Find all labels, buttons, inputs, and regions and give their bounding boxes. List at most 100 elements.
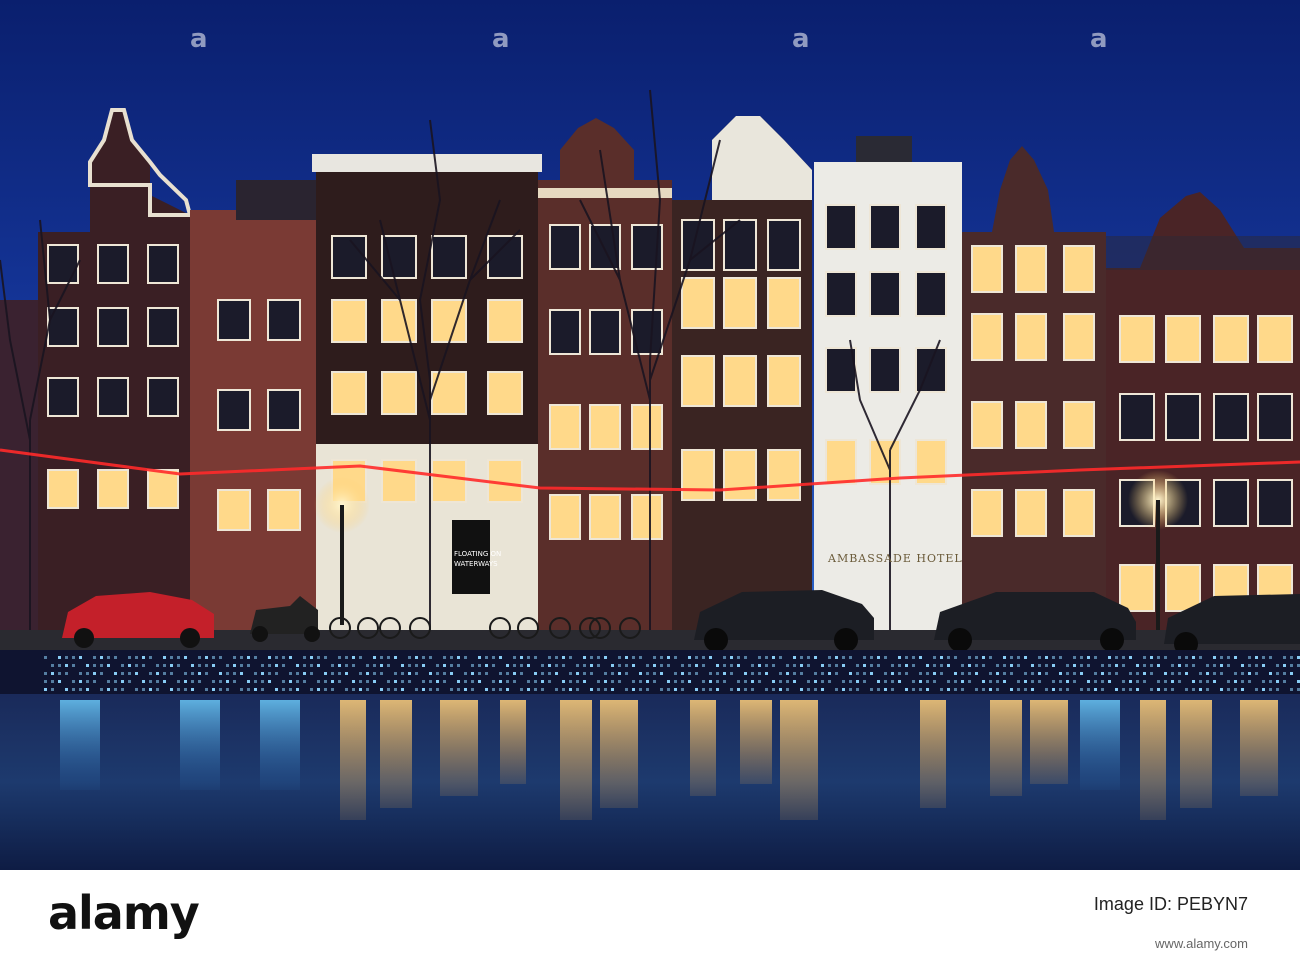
quay-light — [982, 680, 985, 683]
warm-reflection — [560, 700, 592, 820]
quay-light — [562, 664, 565, 667]
quay-light — [72, 656, 75, 659]
quay-light — [121, 680, 124, 683]
quay-light — [177, 680, 180, 683]
quay-light — [219, 672, 222, 675]
window — [97, 377, 129, 417]
quay-light — [324, 688, 327, 691]
quay-light — [72, 688, 75, 691]
quay-light — [268, 664, 271, 667]
quay-light — [205, 672, 208, 675]
quay-light — [86, 672, 89, 675]
quay-light — [1017, 688, 1020, 691]
window — [97, 244, 129, 284]
quay-light — [317, 688, 320, 691]
quay-light — [849, 688, 852, 691]
quay-light — [590, 664, 593, 667]
quay-light — [1283, 656, 1286, 659]
quay-light — [1108, 680, 1111, 683]
quay-light — [786, 688, 789, 691]
quay-light — [128, 656, 131, 659]
quay-light — [1199, 656, 1202, 659]
quay-light — [1122, 664, 1125, 667]
quay-light — [282, 656, 285, 659]
site-url[interactable]: www.alamy.com — [1155, 936, 1248, 951]
quay-light — [1080, 656, 1083, 659]
quay-light — [919, 672, 922, 675]
quay-light — [975, 656, 978, 659]
quay-light — [604, 688, 607, 691]
quay-light — [982, 688, 985, 691]
quay-light — [569, 680, 572, 683]
house-2-roof — [236, 180, 316, 220]
quay-light — [478, 672, 481, 675]
quay-light — [366, 688, 369, 691]
quay-light — [982, 656, 985, 659]
quay-light — [93, 672, 96, 675]
window — [331, 235, 367, 279]
quay-light — [723, 656, 726, 659]
quay-light — [625, 656, 628, 659]
window — [549, 404, 581, 450]
quay-light — [114, 680, 117, 683]
quay-light — [1010, 672, 1013, 675]
quay-light — [863, 672, 866, 675]
window — [681, 277, 715, 329]
quay-light — [751, 688, 754, 691]
quay-light — [205, 664, 208, 667]
quay-light — [254, 656, 257, 659]
quay-light — [807, 664, 810, 667]
window — [723, 449, 757, 501]
window — [971, 313, 1003, 361]
quay-light — [135, 688, 138, 691]
alamy-logo[interactable]: alamy — [48, 886, 200, 940]
quay-light — [1234, 688, 1237, 691]
quay-light — [1276, 672, 1279, 675]
quay-light — [72, 680, 75, 683]
quay-light — [1101, 672, 1104, 675]
quay-light — [233, 664, 236, 667]
quay-light — [1185, 672, 1188, 675]
window — [631, 494, 663, 540]
photo-scene: FLOATING ON WATERWAYS AMBASSADE HOTEL a … — [0, 0, 1300, 870]
quay-light — [800, 656, 803, 659]
quay-light — [1094, 688, 1097, 691]
window — [869, 347, 901, 393]
quay-light — [72, 664, 75, 667]
warm-reflection — [600, 700, 638, 808]
quay-light — [1276, 688, 1279, 691]
quay-light — [191, 664, 194, 667]
window — [147, 469, 179, 509]
quay-light — [506, 664, 509, 667]
quay-light — [940, 656, 943, 659]
quay-light — [1017, 680, 1020, 683]
quay-light — [149, 688, 152, 691]
quay-light — [793, 656, 796, 659]
quay-light — [184, 672, 187, 675]
quay-light — [576, 664, 579, 667]
quay-light — [471, 688, 474, 691]
window — [1257, 315, 1293, 363]
quay-light — [842, 664, 845, 667]
quay-light — [1087, 680, 1090, 683]
watermark-glyph: a — [492, 24, 510, 54]
quay-light — [457, 688, 460, 691]
quay-light — [142, 680, 145, 683]
quay-light — [100, 656, 103, 659]
footer-bar: alamy Image ID: PEBYN7 www.alamy.com — [0, 870, 1300, 956]
quay-light — [422, 656, 425, 659]
quay-light — [604, 680, 607, 683]
quay-light — [625, 672, 628, 675]
quay-light — [184, 680, 187, 683]
blue-reflection — [260, 700, 300, 790]
quay-light — [800, 672, 803, 675]
quay-light — [1185, 688, 1188, 691]
window — [549, 309, 581, 355]
quay-light — [226, 688, 229, 691]
quay-light — [527, 688, 530, 691]
quay-light — [618, 672, 621, 675]
quay-light — [639, 688, 642, 691]
quay-light — [443, 664, 446, 667]
quay-light — [709, 672, 712, 675]
quay-light — [506, 688, 509, 691]
